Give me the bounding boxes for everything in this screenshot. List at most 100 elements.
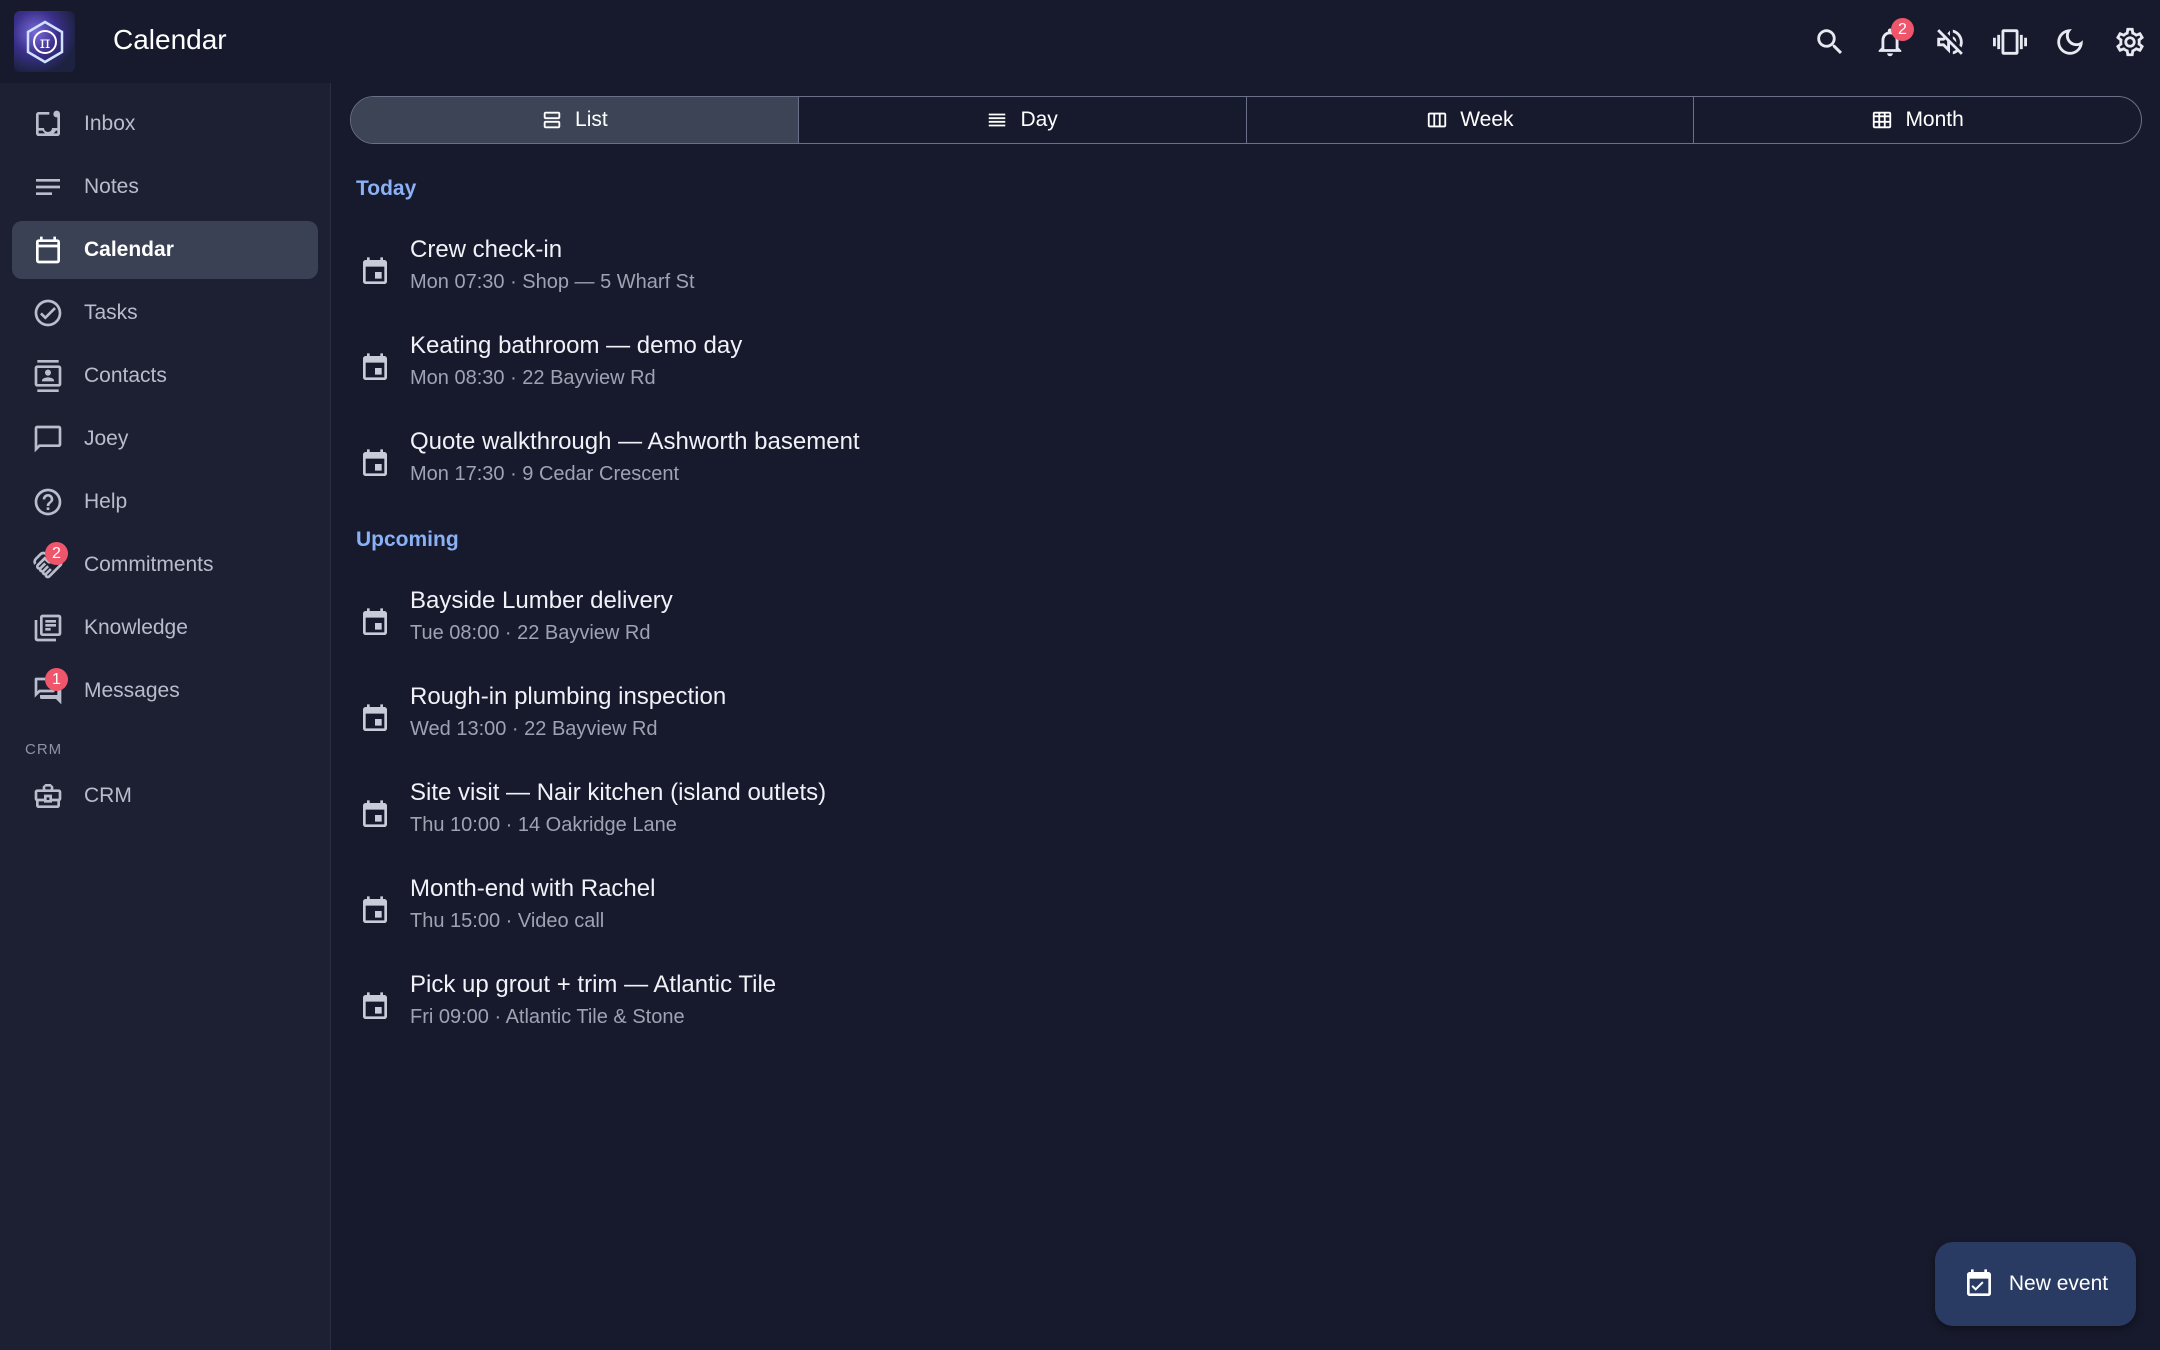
header-actions: 2 bbox=[1800, 18, 2160, 66]
event-icon bbox=[363, 608, 387, 635]
event-icon bbox=[363, 449, 387, 476]
event-item[interactable]: Rough-in plumbing inspection Wed 13:00 ·… bbox=[350, 681, 1250, 761]
dark-mode-button[interactable] bbox=[2040, 18, 2100, 66]
sidebar-item-label: Knowledge bbox=[84, 616, 188, 639]
sidebar-item-joey[interactable]: Joey bbox=[12, 410, 318, 468]
sidebar-item-label: Messages bbox=[84, 679, 180, 702]
sidebar-item-commitments[interactable]: 2 Commitments bbox=[12, 536, 318, 594]
event-item[interactable]: Bayside Lumber delivery Tue 08:00 · 22 B… bbox=[350, 585, 1250, 665]
search-button[interactable] bbox=[1800, 18, 1860, 66]
sidebar-item-label: Help bbox=[84, 490, 128, 513]
notifications-button[interactable]: 2 bbox=[1860, 18, 1920, 66]
view-day-button[interactable]: Day bbox=[799, 97, 1247, 143]
sidebar-item-label: Tasks bbox=[84, 301, 138, 324]
commitments-badge: 2 bbox=[45, 542, 68, 565]
sidebar: Inbox Notes Calendar Tasks Contacts Joey… bbox=[0, 83, 331, 1350]
event-icon bbox=[363, 257, 387, 284]
new-event-label: New event bbox=[2008, 1272, 2109, 1295]
event-title: Pick up grout + trim — Atlantic Tile bbox=[410, 971, 777, 998]
new-event-button[interactable]: New event bbox=[1935, 1242, 2136, 1326]
section-today-heading: Today bbox=[356, 177, 417, 200]
calendar-icon bbox=[36, 236, 60, 264]
event-detail: Wed 13:00 · 22 Bayview Rd bbox=[410, 718, 658, 740]
event-title: Rough-in plumbing inspection bbox=[410, 683, 727, 710]
moon-icon bbox=[2057, 29, 2083, 55]
help-icon bbox=[34, 488, 62, 516]
event-item[interactable]: Quote walkthrough — Ashworth basement Mo… bbox=[350, 426, 1250, 506]
event-icon bbox=[363, 896, 387, 923]
mute-button[interactable] bbox=[1920, 18, 1980, 66]
event-item[interactable]: Keating bathroom — demo day Mon 08:30 · … bbox=[350, 330, 1250, 410]
chat-icon bbox=[34, 425, 62, 453]
event-icon bbox=[363, 800, 387, 827]
gear-icon bbox=[2116, 27, 2144, 57]
notes-icon bbox=[36, 179, 60, 195]
view-day-label: Day bbox=[1020, 108, 1058, 131]
event-icon bbox=[363, 353, 387, 380]
event-item[interactable]: Site visit — Nair kitchen (island outlet… bbox=[350, 777, 1250, 857]
app-root: π Calendar 2 Inbox Notes Calendar Tasks … bbox=[0, 0, 2160, 1350]
event-detail: Mon 07:30 · Shop — 5 Wharf St bbox=[410, 271, 695, 293]
search-icon bbox=[1817, 29, 1843, 55]
event-title: Crew check-in bbox=[410, 236, 563, 263]
event-detail: Fri 09:00 · Atlantic Tile & Stone bbox=[410, 1006, 685, 1028]
event-item[interactable]: Month-end with Rachel Thu 15:00 · Video … bbox=[350, 873, 1250, 953]
sidebar-item-label: Joey bbox=[84, 427, 129, 450]
sidebar-item-label: Calendar bbox=[84, 238, 174, 261]
vibrate-icon bbox=[1993, 29, 2027, 55]
messages-badge: 1 bbox=[45, 668, 68, 691]
sidebar-item-label: Notes bbox=[84, 175, 139, 198]
event-item[interactable]: Pick up grout + trim — Atlantic Tile Fri… bbox=[350, 969, 1250, 1049]
view-list-button[interactable]: List bbox=[351, 97, 799, 143]
sidebar-section-label: CRM bbox=[25, 741, 63, 758]
event-detail: Tue 08:00 · 22 Bayview Rd bbox=[410, 622, 651, 644]
view-list-label: List bbox=[575, 108, 608, 131]
week-view-icon bbox=[1428, 112, 1447, 128]
sidebar-item-knowledge[interactable]: Knowledge bbox=[12, 599, 318, 657]
vibrate-button[interactable] bbox=[1980, 18, 2040, 66]
pi-logo-icon: π bbox=[26, 20, 63, 63]
inbox-icon bbox=[36, 110, 60, 136]
event-title: Bayside Lumber delivery bbox=[410, 587, 673, 614]
sidebar-item-help[interactable]: Help bbox=[12, 473, 318, 531]
svg-text:π: π bbox=[39, 33, 50, 52]
event-icon bbox=[363, 992, 387, 1019]
event-title: Keating bathroom — demo day bbox=[410, 332, 743, 359]
view-week-button[interactable]: Week bbox=[1247, 97, 1695, 143]
notification-badge: 2 bbox=[1891, 18, 1914, 41]
sidebar-item-inbox[interactable]: Inbox bbox=[12, 95, 318, 153]
section-upcoming-heading: Upcoming bbox=[356, 528, 459, 551]
sidebar-item-notes[interactable]: Notes bbox=[12, 158, 318, 216]
library-icon bbox=[34, 614, 62, 642]
sidebar-item-tasks[interactable]: Tasks bbox=[12, 284, 318, 342]
event-title: Site visit — Nair kitchen (island outlet… bbox=[410, 779, 827, 806]
sidebar-item-crm[interactable]: CRM bbox=[12, 767, 318, 825]
event-detail: Mon 17:30 · 9 Cedar Crescent bbox=[410, 463, 680, 485]
list-view-icon bbox=[543, 111, 561, 129]
day-view-icon bbox=[989, 113, 1006, 127]
page-title: Calendar bbox=[113, 24, 227, 55]
sidebar-item-calendar[interactable]: Calendar bbox=[12, 221, 318, 279]
event-available-icon bbox=[1966, 1269, 1991, 1296]
event-icon bbox=[363, 704, 387, 731]
view-month-button[interactable]: Month bbox=[1694, 97, 2141, 143]
view-month-label: Month bbox=[1905, 108, 1964, 131]
sidebar-item-label: CRM bbox=[84, 784, 132, 807]
contacts-icon bbox=[34, 360, 62, 392]
mute-icon bbox=[1937, 29, 1963, 55]
sidebar-item-contacts[interactable]: Contacts bbox=[12, 347, 318, 405]
view-toggle: List Day Week Month bbox=[350, 96, 2142, 144]
event-title: Month-end with Rachel bbox=[410, 875, 656, 902]
settings-button[interactable] bbox=[2100, 18, 2160, 66]
event-detail: Thu 15:00 · Video call bbox=[410, 910, 605, 932]
check-circle-icon bbox=[34, 299, 62, 327]
top-bar: π Calendar 2 bbox=[0, 0, 2160, 83]
sidebar-item-label: Inbox bbox=[84, 112, 136, 135]
view-week-label: Week bbox=[1460, 108, 1514, 131]
sidebar-item-messages[interactable]: 1 Messages bbox=[12, 662, 318, 720]
event-detail: Thu 10:00 · 14 Oakridge Lane bbox=[410, 814, 677, 836]
event-item[interactable]: Crew check-in Mon 07:30 · Shop — 5 Wharf… bbox=[350, 234, 1250, 314]
sidebar-item-label: Commitments bbox=[84, 553, 214, 576]
month-view-icon bbox=[1873, 111, 1892, 129]
app-logo[interactable]: π bbox=[14, 11, 75, 72]
